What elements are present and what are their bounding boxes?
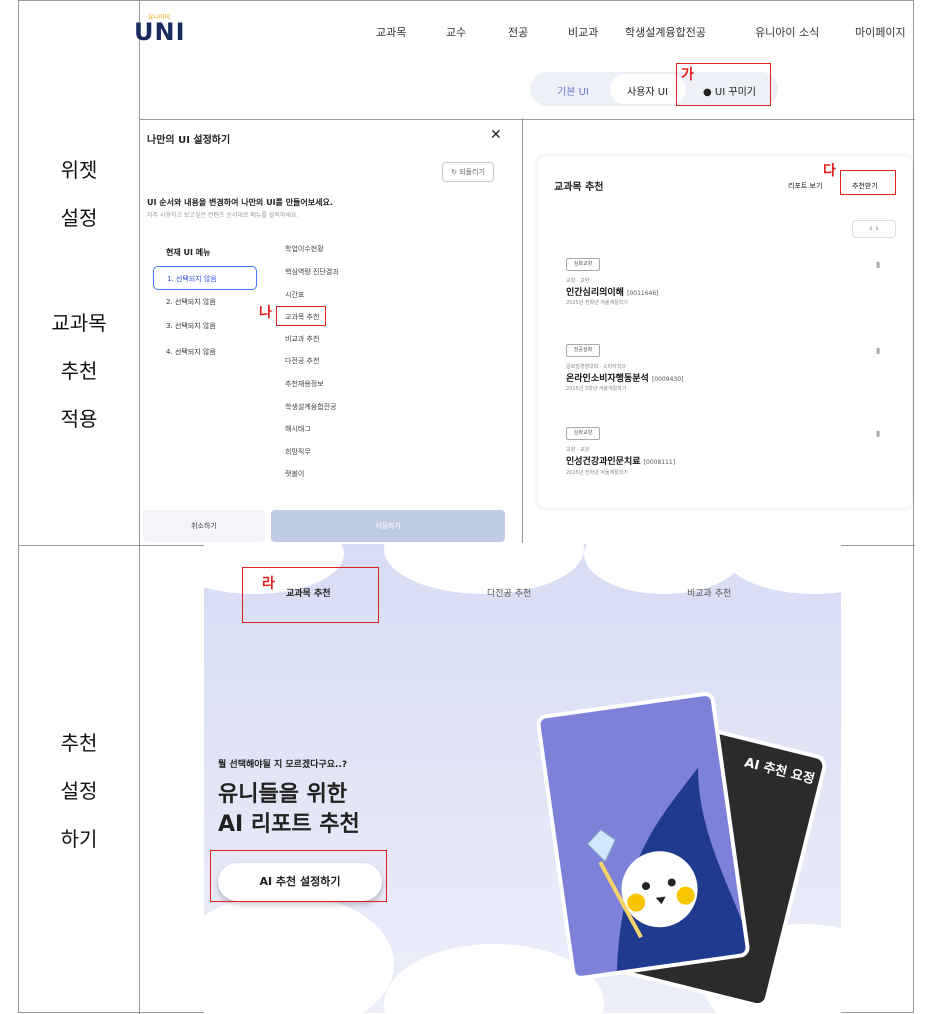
mascot-illustration [586, 767, 751, 980]
column-divider [139, 1, 140, 1014]
bookmark-icon[interactable]: ▮ [876, 429, 880, 438]
side-label-widget: 위젯 설정 [60, 158, 98, 230]
nav-news[interactable]: 유니아이 소식 [755, 24, 819, 40]
annotation-ra: 라 [262, 576, 275, 592]
option-item[interactable]: 랫볼이 [285, 469, 304, 479]
current-slot-2[interactable]: 2. 선택되지 않음 [153, 290, 257, 314]
report-button[interactable]: 리포트 보기 [788, 181, 822, 191]
annotation-box-da [840, 170, 896, 195]
pager-arrows[interactable]: ‹ › [852, 220, 896, 238]
bookmark-icon[interactable]: ▮ [876, 260, 880, 269]
side-label-recommend: 추천 설정 하기 [60, 731, 98, 851]
side-label-course: 교과목 추천 적용 [51, 311, 107, 431]
annotation-box-ai-button [210, 850, 387, 902]
toggle-basic-ui[interactable]: 기본 UI [557, 83, 589, 98]
save-button[interactable]: 저장하기 [271, 510, 505, 542]
panel-description: UI 순서와 내용을 변경하여 나만의 UI를 만들어보세요. [147, 198, 333, 207]
banner-question: 뭘 선택해야될 지 모르겠다구요..? [218, 760, 348, 770]
toggle-user-ui[interactable]: 사용자 UI [627, 83, 668, 98]
option-item[interactable]: 희망직무 [285, 447, 311, 457]
nav-student-design-major[interactable]: 학생설계융합전공 [625, 24, 706, 40]
course-category: 글로벌경영대학 · 소비자학과 [566, 364, 626, 370]
reset-button[interactable]: ↻ 되돌리기 [442, 162, 494, 182]
current-slot-1[interactable]: 1. 선택되지 않음 [153, 266, 257, 290]
cloud-decoration [384, 544, 584, 594]
tab-multimajor-recommend[interactable]: 다전공 추천 [487, 586, 531, 599]
nav-professor[interactable]: 교수 [446, 24, 466, 40]
option-item[interactable]: 해시태그 [285, 424, 311, 434]
course-category: 교양 · 교양 [566, 278, 590, 284]
annotation-da: 다 [823, 163, 836, 179]
cancel-button[interactable]: 취소하기 [143, 510, 265, 542]
cloud-decoration [724, 544, 841, 594]
course-name[interactable]: 인성건강과인문치료 [0008111] [566, 454, 675, 467]
uni-logo[interactable]: 유니아이 UNI [134, 14, 186, 46]
option-item[interactable]: 학생설계융합전공 [285, 402, 337, 412]
nav-course[interactable]: 교과목 [376, 24, 406, 40]
course-tag: 심화교양 [566, 427, 600, 440]
course-year: 2025년 전학년 겨울계절학기 [566, 470, 628, 476]
cloud-decoration [204, 894, 394, 1013]
course-category: 교양 · 교양 [566, 447, 590, 453]
nav-extracurricular[interactable]: 비교과 [568, 24, 598, 40]
card-title: 교과목 추천 [554, 182, 604, 193]
course-name[interactable]: 온라인소비자행동분석 [0009430] [566, 371, 683, 384]
course-tag: 심화교양 [566, 258, 600, 271]
option-item[interactable]: 비교과 추천 [285, 334, 319, 344]
panel-title: 나만의 UI 설정하기 [147, 135, 231, 146]
header-divider [139, 119, 915, 120]
tab-extracurricular-recommend[interactable]: 비교과 추천 [687, 586, 731, 599]
option-item[interactable]: 다전공 추천 [285, 356, 319, 366]
option-item[interactable]: 학업이수현황 [285, 244, 324, 254]
current-menu-header: 현재 UI 메뉴 [166, 248, 211, 257]
course-name[interactable]: 인간심리의이해 [0011646] [566, 285, 659, 298]
panel-divider [522, 118, 523, 543]
banner-headline: 유니들을 위한 AI 리포트 추천 [218, 782, 360, 837]
course-year: 2025년 전학년 겨울계절학기 [566, 300, 628, 306]
panel-subdescription: 자주 사용하고 보고싶은 컨텐츠 순서대로 메뉴를 클릭하세요. [147, 212, 299, 219]
option-item[interactable]: 추천재용정보 [285, 379, 324, 389]
course-year: 2025년 3학년 겨울계절학기 [566, 386, 627, 392]
bookmark-icon[interactable]: ▮ [876, 346, 880, 355]
annotation-na: 나 [259, 305, 272, 321]
refresh-icon: ↻ [451, 168, 457, 176]
nav-major[interactable]: 전공 [508, 24, 528, 40]
current-slot-3[interactable]: 3. 선택되지 않음 [153, 314, 257, 338]
option-item[interactable]: 시간표 [285, 290, 304, 300]
annotation-ga: 가 [681, 67, 694, 83]
nav-mypage[interactable]: 마이페이지 [855, 24, 906, 40]
mascot-card [535, 690, 751, 982]
annotation-box-na [276, 306, 326, 326]
option-item[interactable]: 핵심역량 진단결과 [285, 267, 339, 277]
course-tag: 전공심화 [566, 344, 600, 357]
current-slot-4[interactable]: 4. 선택되지 않음 [153, 340, 257, 364]
close-icon[interactable]: ✕ [490, 127, 502, 143]
